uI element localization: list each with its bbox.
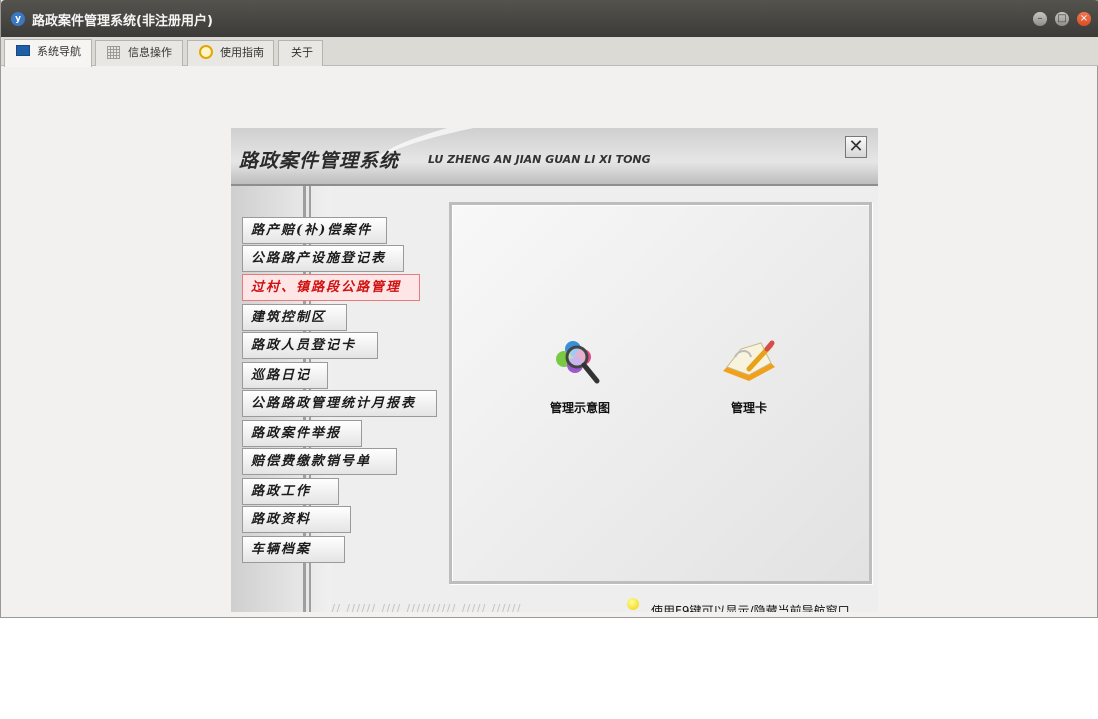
panel-title: 路政案件管理系统 [239,150,400,172]
magnifier-icon [556,341,600,384]
panel-close-button[interactable]: ✕ [845,136,867,158]
menu-item-compensation-cases[interactable]: 路产赔(补)偿案件 [242,217,387,244]
menu-item-road-admin-work[interactable]: 路政工作 [242,478,339,505]
header-decoration [367,128,875,212]
feature-label: 管理卡 [730,401,767,415]
tab-label: 系统导航 [37,45,81,58]
lightbulb-icon [627,598,639,610]
tab-bar: 系统导航 信息操作 使用指南 关于 [1,37,1098,67]
feature-management-diagram[interactable]: 管理示意图 [520,335,640,416]
feature-label: 管理示意图 [549,401,610,415]
tab-user-guide[interactable]: 使用指南 [187,40,274,66]
panel-subtitle: LU ZHENG AN JIAN GUAN LI XI TONG [428,153,651,166]
notebook-pencil-icon [723,340,775,381]
window-title: 路政案件管理系统(非注册用户) [32,14,213,29]
title-bar[interactable]: y 路政案件管理系统(非注册用户) – □ × [1,0,1098,37]
tab-info-ops[interactable]: 信息操作 [95,40,183,66]
content-area: 管理示意图 管理卡 [449,202,872,584]
menu-item-village-road-management[interactable]: 过村、镇路段公路管理 [242,274,420,301]
menu-item-facility-register[interactable]: 公路路产设施登记表 [242,245,404,272]
close-button[interactable]: × [1077,12,1091,26]
menu-item-road-admin-materials[interactable]: 路政资料 [242,506,351,533]
menu-item-vehicle-archives[interactable]: 车辆档案 [242,536,345,563]
footer-watermark: // ////// //// ////////// ///// ////// [331,602,522,612]
footer-tip-text: 使用F9键可以显示/隐藏当前导航窗口 [651,604,850,612]
tab-label: 使用指南 [220,46,264,59]
tab-label: 信息操作 [128,46,172,59]
help-icon [199,45,213,59]
menu-item-staff-registration-card[interactable]: 路政人员登记卡 [242,332,378,359]
minimize-button[interactable]: – [1033,12,1047,26]
menu-item-patrol-diary[interactable]: 巡路日记 [242,362,328,389]
menu-item-case-reports[interactable]: 路政案件举报 [242,420,362,447]
tab-label: 关于 [291,46,313,59]
app-logo-icon: y [11,12,25,26]
feature-management-card[interactable]: 管理卡 [689,335,809,416]
grid-icon [107,46,120,59]
tab-system-nav[interactable]: 系统导航 [4,39,92,67]
menu-item-monthly-report[interactable]: 公路路政管理统计月报表 [242,390,437,417]
monitor-icon [16,45,30,56]
app-window: y 路政案件管理系统(非注册用户) – □ × 系统导航 信息操作 使用指南 关… [0,0,1098,618]
menu-item-payment-writeoff[interactable]: 赔偿费缴款销号单 [242,448,397,475]
tab-about[interactable]: 关于 [278,40,323,66]
navigation-panel: 路政案件管理系统 LU ZHENG AN JIAN GUAN LI XI TON… [231,128,878,612]
maximize-button[interactable]: □ [1055,12,1069,26]
panel-header: 路政案件管理系统 LU ZHENG AN JIAN GUAN LI XI TON… [231,128,878,212]
menu-item-building-control-zone[interactable]: 建筑控制区 [242,304,347,331]
